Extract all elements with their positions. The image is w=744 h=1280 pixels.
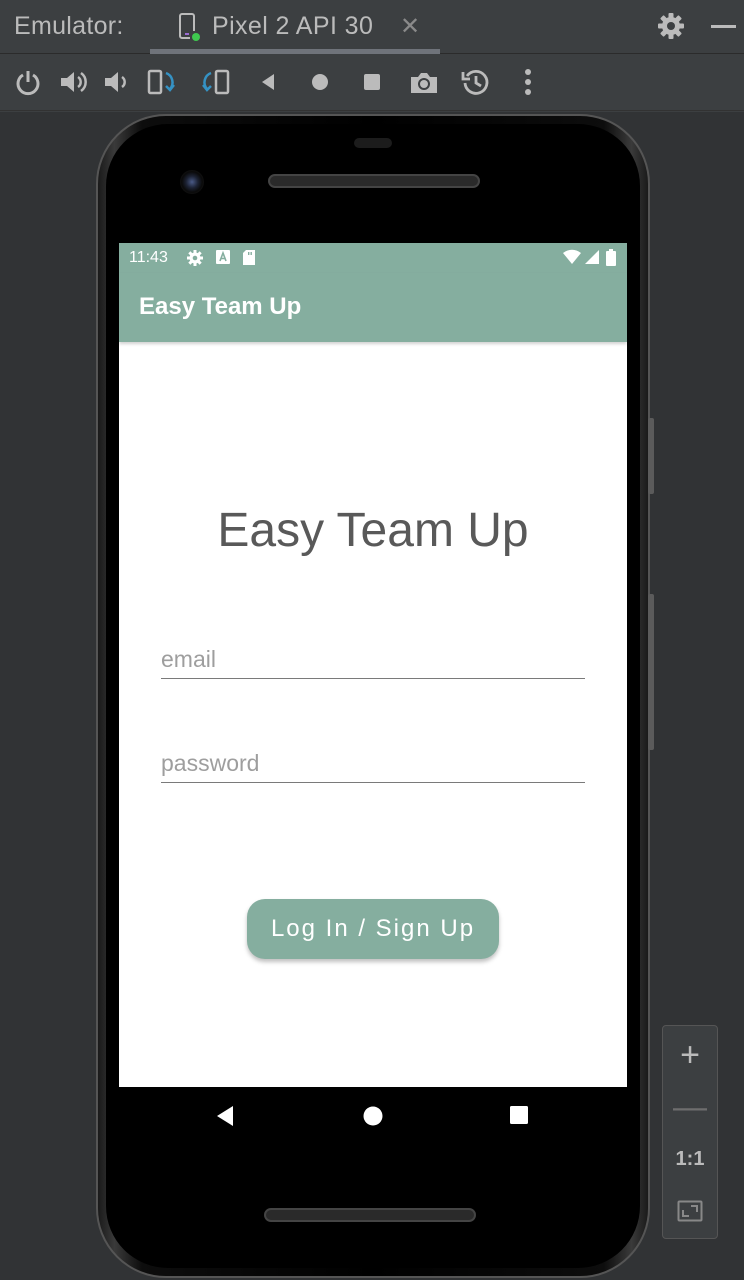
emulator-toolbar: [0, 55, 744, 111]
battery-icon: [606, 249, 616, 271]
password-field[interactable]: [161, 737, 585, 783]
zoom-in-button[interactable]: +: [663, 1030, 717, 1080]
gear-icon[interactable]: [656, 11, 686, 46]
volume-down-icon[interactable]: [100, 65, 134, 99]
zoom-out-button[interactable]: —: [663, 1082, 717, 1132]
status-bar: 11:43: [119, 243, 627, 273]
android-screen: 11:43 Easy Team Up Easy Team Up Log In /…: [119, 243, 627, 1087]
volume-rocker: [648, 594, 654, 750]
bottom-speaker: [264, 1208, 476, 1222]
close-icon[interactable]: ✕: [400, 12, 420, 41]
device-tab[interactable]: Pixel 2 API 30 ✕: [150, 0, 440, 54]
side-button: [648, 418, 654, 494]
earpiece: [354, 138, 392, 148]
camera-icon[interactable]: [407, 65, 441, 99]
zoom-actual-size-button[interactable]: 1:1: [663, 1134, 717, 1184]
nav-back-icon[interactable]: [215, 1105, 235, 1132]
fit-screen-icon[interactable]: [663, 1186, 717, 1236]
login-signup-button[interactable]: Log In / Sign Up: [247, 899, 499, 959]
front-camera: [180, 170, 204, 194]
device-icon: [178, 13, 202, 48]
zoom-panel: + — 1:1: [662, 1025, 718, 1239]
app-bar-title: Easy Team Up: [139, 293, 302, 320]
power-icon[interactable]: [11, 65, 45, 99]
tab-underline: [150, 49, 440, 54]
wifi-icon: [563, 249, 581, 270]
emulator-title: Emulator:: [14, 12, 124, 40]
emulator-header: Emulator: Pixel 2 API 30 ✕: [0, 0, 744, 54]
android-nav-bar: [119, 1087, 627, 1147]
volume-up-icon[interactable]: [56, 65, 90, 99]
app-bar: Easy Team Up: [119, 273, 627, 342]
page-title: Easy Team Up: [217, 504, 529, 557]
minimize-button[interactable]: [711, 25, 736, 28]
top-speaker: [268, 174, 480, 188]
overview-icon[interactable]: [355, 65, 389, 99]
nav-overview-icon[interactable]: [509, 1105, 529, 1130]
email-field[interactable]: [161, 633, 585, 679]
device-tab-label: Pixel 2 API 30: [212, 12, 374, 40]
settings-gear-icon: [186, 249, 204, 272]
signal-icon: [584, 249, 600, 270]
nav-home-icon[interactable]: [362, 1105, 384, 1132]
rotate-left-icon[interactable]: [146, 65, 180, 99]
sd-card-icon: [242, 249, 256, 271]
keyboard-a-icon: [215, 249, 231, 270]
home-icon[interactable]: [303, 65, 337, 99]
rotate-right-icon[interactable]: [198, 65, 232, 99]
more-icon[interactable]: [511, 65, 545, 99]
back-icon[interactable]: [251, 65, 285, 99]
snapshot-icon[interactable]: [459, 65, 493, 99]
status-time: 11:43: [129, 249, 168, 266]
